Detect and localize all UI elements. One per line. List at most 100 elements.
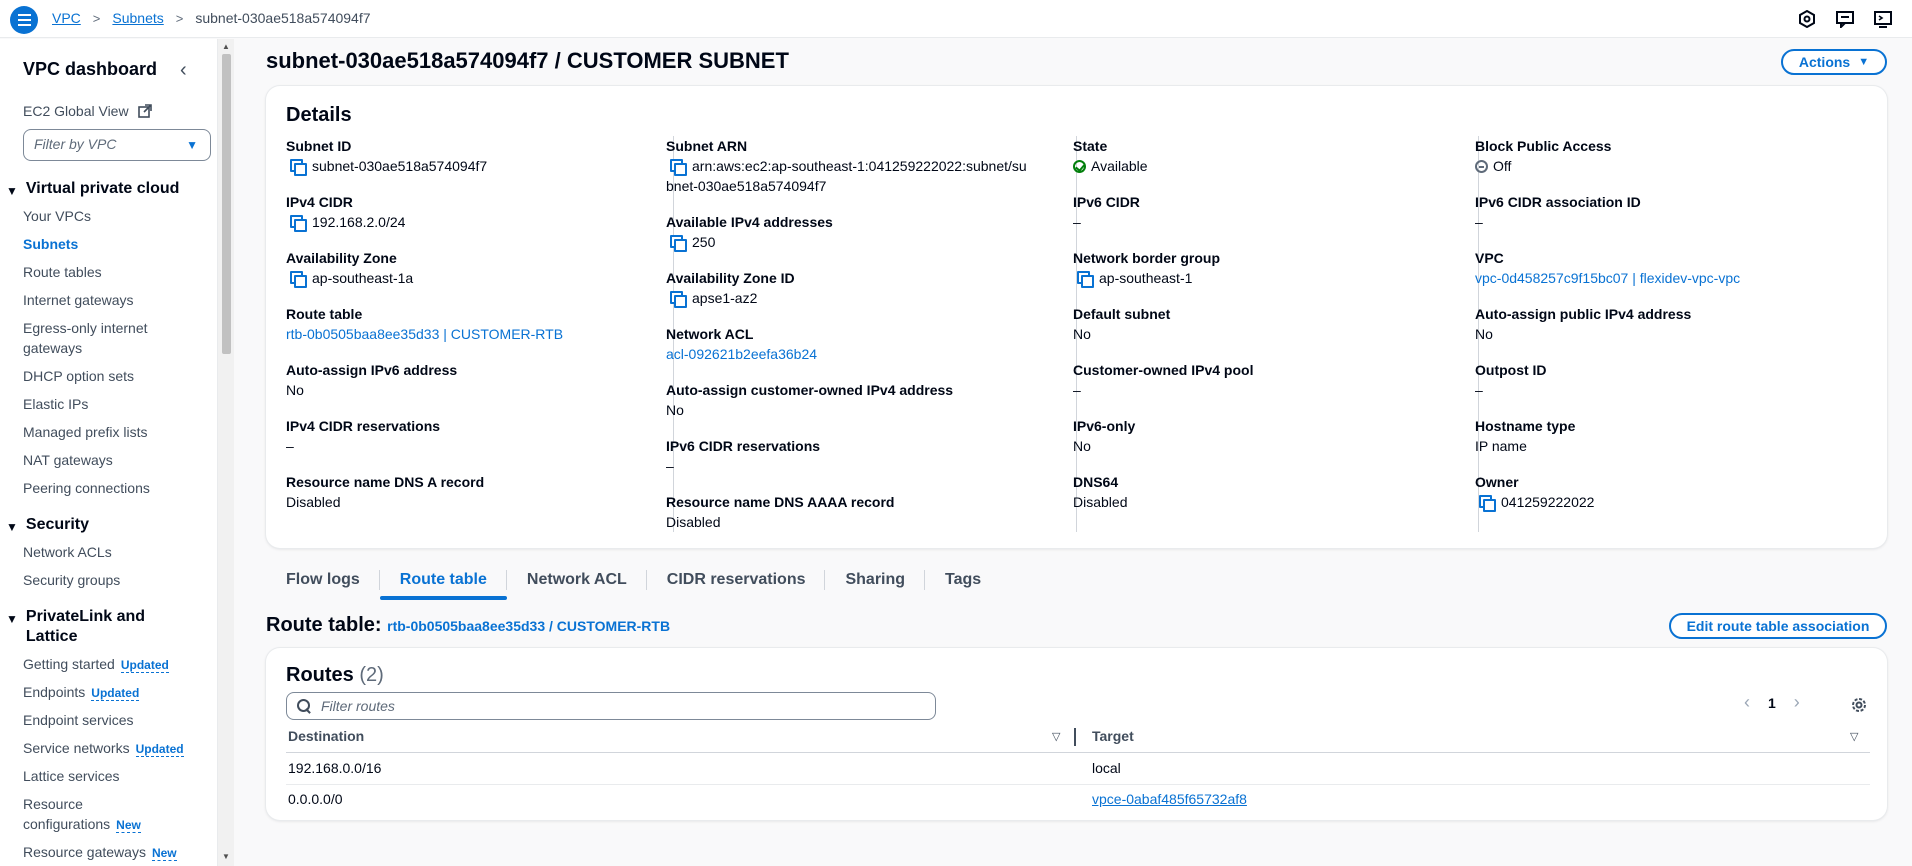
field-ipv4-cidr: IPv4 CIDR 192.168.2.0/24	[286, 192, 666, 232]
field-owner: Owner 041259222022	[1475, 472, 1855, 512]
sidebar-item-managed-prefix-lists[interactable]: Managed prefix lists	[23, 422, 148, 442]
field-value: No	[1073, 438, 1091, 454]
details-column-4: Block Public Access Off IPv6 CIDR associa…	[1475, 136, 1858, 532]
field-value: No	[286, 382, 304, 398]
field-ipv6-only: IPv6-only No	[1073, 416, 1453, 456]
filter-routes-input[interactable]: Filter routes	[286, 692, 936, 720]
copy-icon[interactable]	[670, 235, 687, 252]
sidebar-item-getting-started[interactable]: Getting started Updated	[23, 654, 169, 675]
sidebar-item-egress-only-internet-gateways[interactable]: Egress-only internet gateways	[23, 318, 173, 358]
tab-flow-logs[interactable]: Flow logs	[266, 566, 380, 600]
copy-icon[interactable]	[670, 291, 687, 308]
tab-network-acl[interactable]: Network ACL	[507, 566, 647, 600]
feedback-icon[interactable]	[1834, 8, 1856, 30]
column-resizer[interactable]	[1074, 728, 1076, 746]
scroll-down-icon[interactable]: ▼	[222, 852, 230, 861]
sidebar-item-label: Resource configurations	[23, 796, 111, 832]
field-value-continued: bnet-030ae518a574094f7	[666, 178, 827, 194]
field-label: Resource name DNS A record	[286, 474, 485, 490]
sidebar-item-resource-configurations[interactable]: Resource configurations New	[23, 794, 173, 835]
sidebar-item-endpoints[interactable]: Endpoints Updated	[23, 682, 140, 703]
tab-sharing[interactable]: Sharing	[825, 566, 925, 600]
network-acl-link[interactable]: acl-092621b2eefa36b24	[666, 344, 1046, 364]
actions-label: Actions	[1798, 54, 1851, 70]
field-block-public-access: Block Public Access Off	[1475, 136, 1855, 176]
route-destination: 0.0.0.0/0	[288, 791, 343, 807]
column-header-target[interactable]: Target	[1092, 728, 1134, 744]
copy-icon[interactable]	[290, 215, 307, 232]
field-label: Default subnet	[1073, 306, 1171, 322]
chevron-right-icon[interactable]: ›	[1794, 692, 1800, 713]
copy-icon[interactable]	[1077, 271, 1094, 288]
route-table-heading-link[interactable]: rtb-0b0505baa8ee35d33 / CUSTOMER-RTB	[387, 618, 670, 634]
sort-icon[interactable]: ▽	[1850, 730, 1858, 743]
field-value: arn:aws:ec2:ap-southeast-1:041259222022:…	[692, 158, 1027, 174]
sort-icon[interactable]: ▽	[1052, 730, 1060, 743]
section-security[interactable]: ▼ Security	[6, 515, 89, 537]
breadcrumb-vpc[interactable]: VPC	[52, 10, 81, 26]
copy-icon[interactable]	[670, 159, 687, 176]
sidebar-item-nat-gateways[interactable]: NAT gateways	[23, 450, 113, 470]
field-ipv6-cidr-reservations: IPv6 CIDR reservations –	[666, 436, 1046, 476]
sidebar-item-network-acls[interactable]: Network ACLs	[23, 542, 112, 562]
sidebar-item-elastic-ips[interactable]: Elastic IPs	[23, 394, 88, 414]
section-virtual-private-cloud[interactable]: ▼ Virtual private cloud	[6, 179, 179, 201]
tab-route-table[interactable]: Route table	[379, 566, 508, 600]
field-available-ipv4: Available IPv4 addresses 250	[666, 212, 1046, 252]
sidebar-item-route-tables[interactable]: Route tables	[23, 262, 102, 282]
route-table-link[interactable]: rtb-0b0505baa8ee35d33 | CUSTOMER-RTB	[286, 324, 666, 344]
top-navigation-bar: VPC > Subnets > subnet-030ae518a574094f7	[0, 0, 1912, 38]
details-column-3: State Available IPv6 CIDR – Network border…	[1073, 136, 1456, 532]
section-privatelink-and-lattice[interactable]: ▼ PrivateLink and Lattice	[6, 607, 156, 647]
sidebar-item-dhcp-option-sets[interactable]: DHCP option sets	[23, 366, 134, 386]
scrollbar-thumb[interactable]	[222, 54, 231, 354]
status-value: Off	[1493, 158, 1512, 174]
field-az-id: Availability Zone ID apse1-az2	[666, 268, 1046, 308]
copy-icon[interactable]	[1479, 495, 1496, 512]
vpc-link[interactable]: vpc-0d458257c9f15bc07 | flexidev-vpc-vpc	[1475, 268, 1855, 288]
sidebar-item-endpoint-services[interactable]: Endpoint services	[23, 710, 134, 730]
sidebar-item-internet-gateways[interactable]: Internet gateways	[23, 290, 134, 310]
filter-placeholder: Filter routes	[321, 698, 395, 714]
copy-icon[interactable]	[290, 159, 307, 176]
filter-by-vpc-select[interactable]: Filter by VPC ▼	[23, 129, 211, 161]
page-number[interactable]: 1	[1768, 695, 1776, 711]
sidebar-title[interactable]: VPC dashboard	[23, 59, 157, 80]
field-label: Block Public Access	[1475, 138, 1612, 154]
edit-route-table-association-button[interactable]: Edit route table association	[1669, 613, 1887, 639]
detail-tabs: Flow logs Route table Network ACL CIDR r…	[266, 566, 1001, 600]
copy-icon[interactable]	[290, 271, 307, 288]
new-badge: New	[116, 818, 141, 833]
field-label: IPv6 CIDR	[1073, 194, 1140, 210]
chevron-left-icon[interactable]: ‹	[180, 59, 187, 82]
route-target-link[interactable]: vpce-0abaf485f65732af8	[1092, 791, 1247, 807]
field-subnet-arn: Subnet ARN arn:aws:ec2:ap-southeast-1:041…	[666, 136, 1046, 196]
tab-cidr-reservations[interactable]: CIDR reservations	[647, 566, 826, 600]
sidebar-item-security-groups[interactable]: Security groups	[23, 570, 120, 590]
field-label: Auto-assign IPv6 address	[286, 362, 458, 378]
column-header-destination[interactable]: Destination	[288, 728, 364, 744]
caret-down-icon: ▼	[186, 138, 198, 152]
sidebar-item-label: Service networks	[23, 740, 130, 756]
tab-tags[interactable]: Tags	[925, 566, 1001, 600]
chevron-left-icon[interactable]: ‹	[1744, 692, 1750, 713]
field-label: Owner	[1475, 474, 1519, 490]
sidebar-item-label: Resource gateways	[23, 844, 146, 860]
sidebar-item-subnets[interactable]: Subnets	[23, 234, 78, 254]
console-icon[interactable]	[1872, 8, 1894, 30]
side-navigation: VPC dashboard ‹ EC2 Global View Filter b…	[0, 39, 218, 866]
menu-icon[interactable]	[10, 6, 38, 34]
sidebar-item-your-vpcs[interactable]: Your VPCs	[23, 206, 91, 226]
gear-icon[interactable]	[1850, 696, 1868, 714]
sidebar-item-lattice-services[interactable]: Lattice services	[23, 766, 119, 786]
sidebar-item-service-networks[interactable]: Service networks Updated	[23, 738, 184, 759]
breadcrumb-subnets[interactable]: Subnets	[112, 10, 163, 26]
sidebar-item-ec2-global-view[interactable]: EC2 Global View	[23, 101, 153, 123]
settings-hex-icon[interactable]	[1796, 8, 1818, 30]
field-label: Auto-assign customer-owned IPv4 address	[666, 382, 954, 398]
scroll-up-icon[interactable]: ▲	[222, 42, 230, 51]
field-default-subnet: Default subnet No	[1073, 304, 1453, 344]
sidebar-item-peering-connections[interactable]: Peering connections	[23, 478, 150, 498]
actions-button[interactable]: Actions ▼	[1781, 49, 1887, 75]
sidebar-item-resource-gateways[interactable]: Resource gateways New	[23, 842, 177, 863]
